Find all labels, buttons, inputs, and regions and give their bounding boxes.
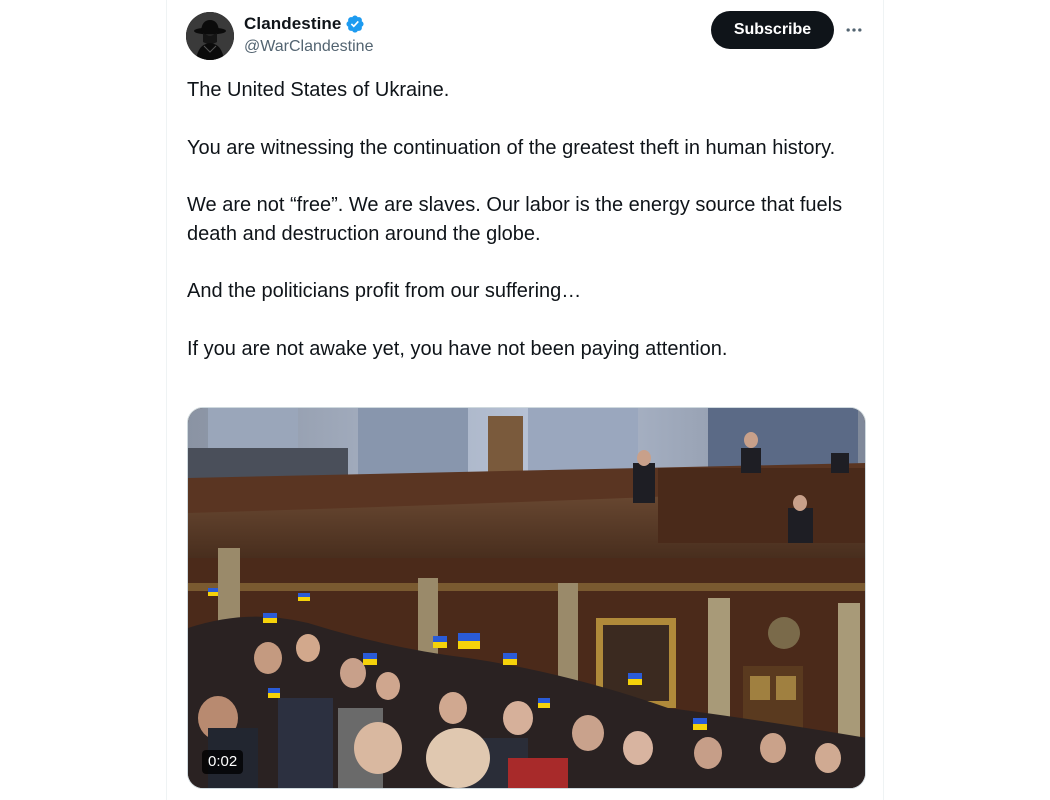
verified-badge-icon[interactable] [345,14,365,34]
avatar[interactable] [186,12,234,60]
page: Clandestine @WarClandestine Subscribe Th… [0,0,1050,800]
more-horizontal-icon[interactable] [841,17,867,43]
video-player[interactable]: 0:02 [187,407,866,789]
tweet-paragraph: The United States of Ukraine. [187,79,450,101]
display-name[interactable]: Clandestine [244,14,341,34]
video-duration-badge: 0:02 [202,750,244,774]
tweet-paragraph: If you are not awake yet, you have not b… [187,337,728,360]
tweet-header: Clandestine @WarClandestine Subscribe [186,11,866,61]
tweet-paragraph: And the politicians profit from our suff… [187,280,582,303]
author-handle[interactable]: @WarClandestine [244,38,373,56]
subscribe-button[interactable]: Subscribe [711,11,834,49]
display-name-row: Clandestine [244,13,373,35]
tweet-paragraph: You are witnessing the continuation of t… [187,136,836,159]
avatar-hat-silhouette-icon [186,12,234,60]
author-names: Clandestine @WarClandestine [244,13,373,56]
tweet-paragraph: We are not “free”. We are slaves. Our la… [187,194,843,245]
video-thumbnail [188,408,865,788]
tweet-text: The United States of Ukraine. You are wi… [187,76,872,364]
tweet-card: Clandestine @WarClandestine Subscribe Th… [166,0,884,800]
